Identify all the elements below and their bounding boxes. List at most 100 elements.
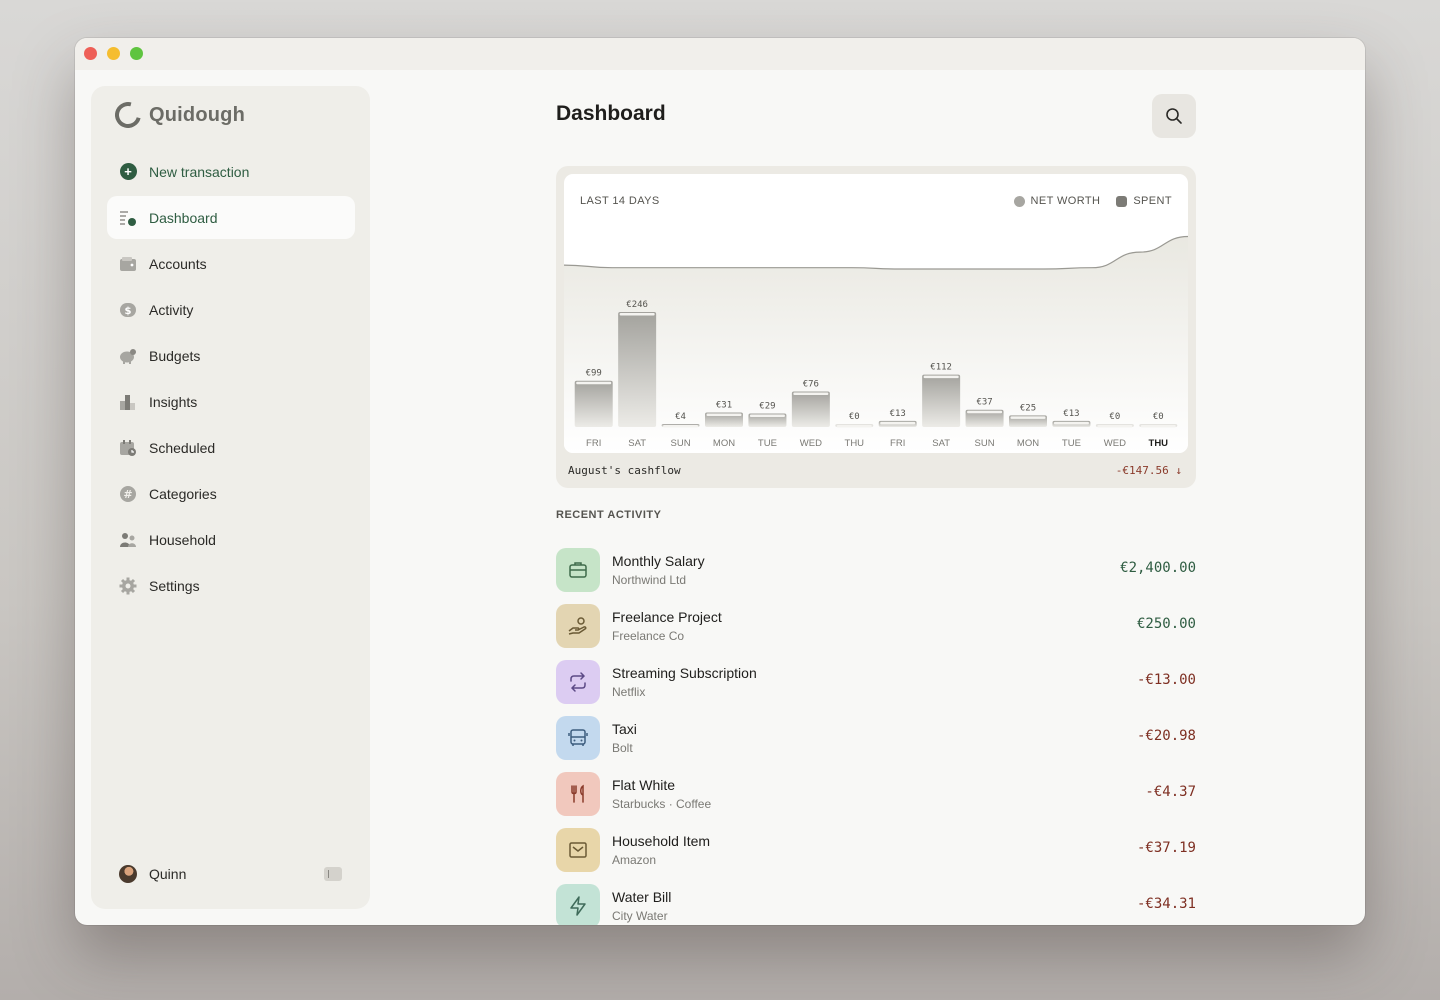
activity-row[interactable]: Water Bill City Water -€34.31 [556,878,1196,925]
x-tick-label: FRI [586,438,601,449]
chart-bar-cap [576,381,612,385]
sidebar-item-dashboard[interactable]: Dashboard [107,196,355,239]
svg-text:$: $ [125,306,132,317]
title-bar [75,38,1365,70]
activity-title: Water Bill [612,889,672,905]
bar-data-label: €99 [586,369,602,379]
sidebar-item-label: New transaction [149,163,250,180]
activity-text: Water Bill City Water [612,889,671,923]
bus-icon [556,716,600,760]
sidebar-item-insights[interactable]: Insights [107,380,355,423]
x-tick-label: FRI [890,438,905,449]
zoom-window-button[interactable] [130,47,143,60]
cashflow-label: August's cashflow [568,464,681,477]
main-content: Dashboard €99 FRI €246 SAT €4 SUN €31 MON €29 TUE… [556,86,1196,925]
bar-data-label: €29 [759,401,775,411]
activity-text: Freelance Project Freelance Co [612,609,722,643]
dashboard-icon [119,209,137,227]
sidebar-item-label: Activity [149,301,194,318]
bar-chart-icon [119,393,137,411]
sidebar-item-label: Settings [149,577,200,594]
sidebar-item-budgets[interactable]: Budgets [107,334,355,377]
activity-title: Household Item [612,833,711,849]
app-logo[interactable]: Quidough [110,97,246,133]
sidebar-item-label: Insights [149,393,198,410]
logo-icon [110,97,146,133]
net-worth-area [564,236,1188,453]
activity-row[interactable]: Flat White Starbucks · Coffee -€4.37 [556,766,1196,822]
wallet-icon [119,255,137,273]
svg-text:#: # [123,488,132,501]
activity-amount: €250.00 [1136,616,1196,632]
chart-bar[interactable] [791,391,830,427]
activity-title: Freelance Project [612,609,722,625]
legend-spent[interactable]: SPENT [1116,195,1172,207]
activity-subtitle: Freelance Co [612,629,685,643]
chart-bar-cap [706,413,742,417]
user-profile[interactable]: Quinn [119,865,186,883]
sidebar-item-accounts[interactable]: Accounts [107,242,355,285]
bar-data-label: €246 [626,300,648,310]
app-window: Quidough + New transaction Dashboard Acc… [75,38,1365,925]
chart-legend: NET WORTH SPENT [1013,195,1173,207]
activity-amount: -€20.98 [1136,728,1196,744]
chart-bar-cap [663,425,699,428]
hand-coin-icon [556,604,600,648]
activity-text: Flat White Starbucks · Coffee [612,777,711,811]
activity-text: Household Item Amazon [612,833,710,867]
search-button[interactable] [1152,94,1196,138]
x-tick-label: THU [1149,438,1169,449]
sidebar-item-scheduled[interactable]: Scheduled [107,426,355,469]
chart-bar-cap [793,392,829,395]
piggy-bank-icon [119,347,137,365]
activity-row[interactable]: Streaming Subscription Netflix -€13.00 [556,654,1196,710]
minimize-window-button[interactable] [107,47,120,60]
activity-row[interactable]: Monthly Salary Northwind Ltd €2,400.00 [556,542,1196,598]
chart-period-label: LAST 14 DAYS [580,195,660,207]
bar-data-label: €0 [1153,412,1164,422]
app-name: Quidough [149,103,246,126]
bar-data-label: €0 [1109,412,1120,422]
activity-amount: -€34.31 [1136,896,1196,912]
plus-circle-icon: + [119,163,137,181]
activity-amount: -€4.37 [1145,784,1196,800]
fork-knife-icon [556,772,600,816]
new-transaction-button[interactable]: + New transaction [107,150,355,193]
avatar [119,865,137,883]
sidebar-item-activity[interactable]: $ Activity [107,288,355,331]
x-tick-label: TUE [1062,438,1081,449]
sidebar: Quidough + New transaction Dashboard Acc… [91,86,370,909]
toggle-sidebar-icon[interactable] [324,867,342,881]
sidebar-item-household[interactable]: Household [107,518,355,561]
activity-row[interactable]: Freelance Project Freelance Co €250.00 [556,598,1196,654]
repeat-icon [556,660,600,704]
activity-amount: -€13.00 [1136,672,1196,688]
chart-bar[interactable] [618,312,657,427]
calendar-clock-icon [119,439,137,457]
hash-icon: # [119,485,137,503]
activity-subtitle: Bolt [612,741,633,755]
legend-net-worth[interactable]: NET WORTH [1013,195,1101,207]
people-icon [119,531,137,549]
activity-amount: -€37.19 [1136,840,1196,856]
x-tick-label: SUN [975,438,995,449]
sidebar-item-categories[interactable]: # Categories [107,472,355,515]
x-tick-label: TUE [758,438,777,449]
activity-title: Streaming Subscription [612,665,757,681]
close-window-button[interactable] [84,47,97,60]
activity-row[interactable]: Taxi Bolt -€20.98 [556,710,1196,766]
activity-title: Flat White [612,777,676,793]
chart-bar-cap [619,313,655,316]
sidebar-item-settings[interactable]: Settings [107,564,355,607]
package-icon [556,828,600,872]
chart-bar[interactable] [574,380,613,427]
chart-bar[interactable] [922,374,961,427]
x-tick-label: SAT [628,438,646,449]
chart-bar-cap [1053,421,1089,425]
bar-data-label: €112 [930,363,952,373]
cashflow-value: -€147.56 ↓ [1115,464,1182,477]
bar-data-label: €76 [803,379,819,389]
bar-data-label: €31 [716,401,732,411]
lightning-icon [556,884,600,925]
activity-row[interactable]: Household Item Amazon -€37.19 [556,822,1196,878]
